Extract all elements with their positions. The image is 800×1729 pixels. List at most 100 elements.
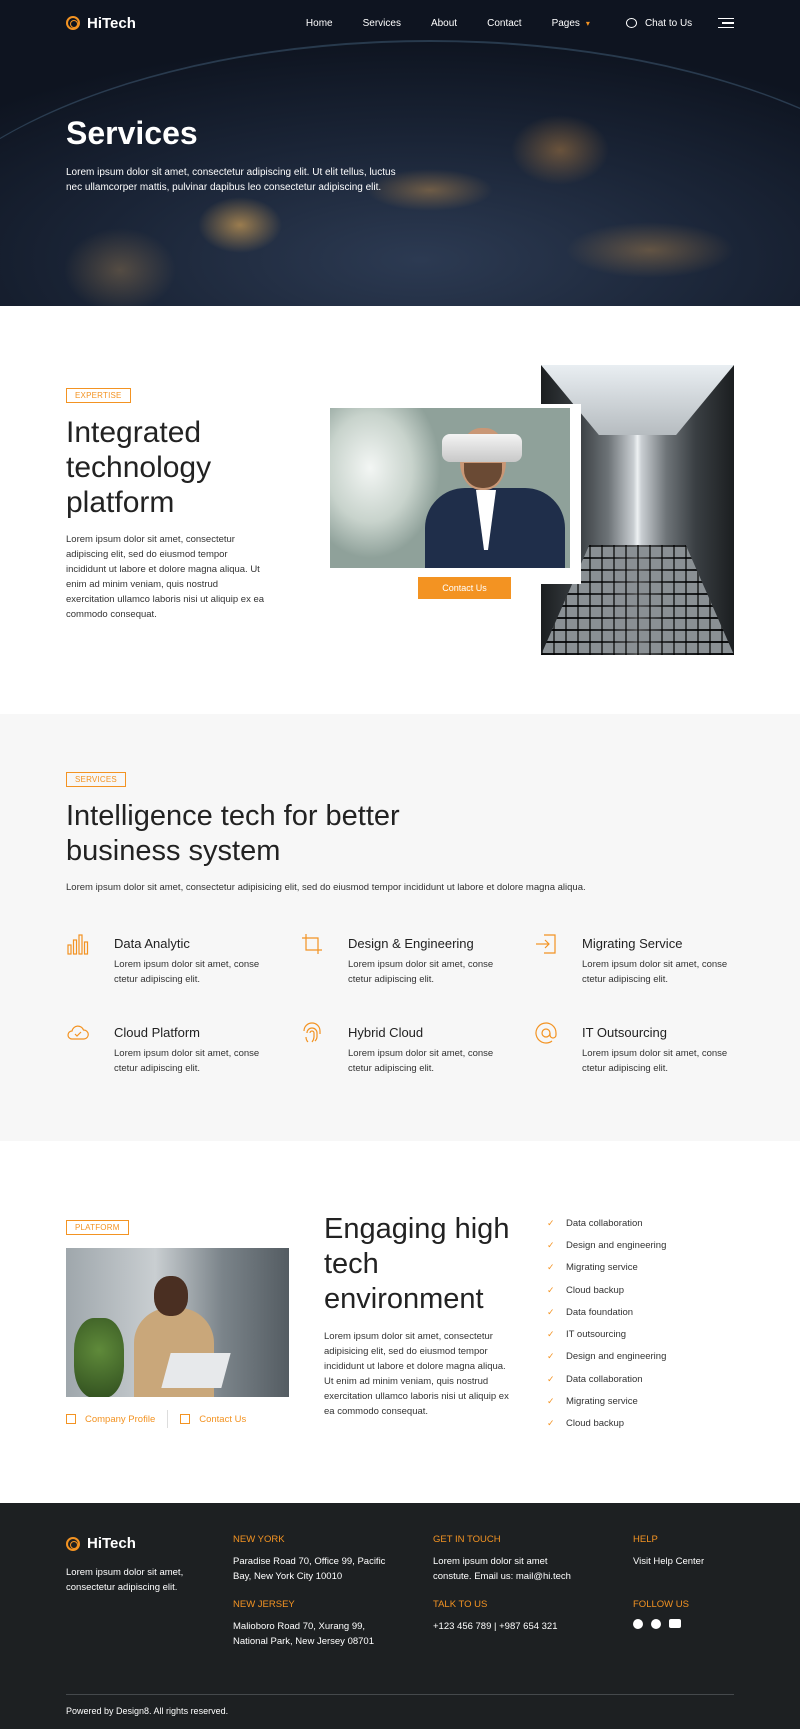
services-description: Lorem ipsum dolor sit amet, consectetur … [66,882,586,893]
hamburger-menu-icon[interactable] [718,17,734,29]
check-icon: ✓ [547,1239,555,1250]
copyright: Powered by Design8. All rights reserved. [66,1706,229,1716]
nav-home[interactable]: Home [306,18,333,29]
footer-text: Paradise Road 70, Office 99, Pacific Bay… [233,1556,386,1582]
footer-new-york: NEW YORK Paradise Road 70, Office 99, Pa… [233,1532,398,1584]
vr-headset-man-image [330,408,570,568]
service-text: Lorem ipsum dolor sit amet, conse ctetur… [114,1048,260,1074]
footer-heading: FOLLOW US [633,1599,689,1610]
bar-chart-icon [67,934,89,955]
footer-get-in-touch: GET IN TOUCH Lorem ipsum dolor sit amet … [433,1532,588,1584]
chat-to-us-link[interactable]: Chat to Us [625,17,693,29]
service-title: IT Outsourcing [582,1025,668,1040]
hero-description: Lorem ipsum dolor sit amet, consectetur … [66,167,396,193]
check-icon: ✓ [547,1306,555,1317]
service-item[interactable]: Migrating Service Lorem ipsum dolor sit a… [534,932,746,987]
footer-heading: TALK TO US [433,1599,488,1610]
footer-heading: NEW JERSEY [233,1599,295,1610]
youtube-icon[interactable] [669,1619,681,1628]
footer-logo[interactable]: HiTech [66,1535,136,1552]
login-icon [536,934,556,954]
footer-follow-us: FOLLOW US [633,1597,743,1629]
check-icon: ✓ [547,1418,555,1429]
social-links [633,1619,743,1629]
check-icon: ✓ [547,1373,555,1384]
page-title: Services [66,115,198,151]
expertise-description: Lorem ipsum dolor sit amet, consectetur … [66,534,265,620]
services-grid: Data Analytic Lorem ipsum dolor sit amet,… [66,932,746,1076]
service-item[interactable]: Design & Engineering Lorem ipsum dolor si… [300,932,534,987]
check-icon: ✓ [547,1396,555,1407]
service-text: Lorem ipsum dolor sit amet, conse ctetur… [582,959,728,985]
check-icon: ✓ [547,1217,555,1228]
twitter-icon[interactable] [651,1619,661,1629]
logo[interactable]: HiTech [66,15,136,32]
platform-title: Engaging high tech environment [324,1213,510,1315]
fingerprint-logo-icon [66,1536,80,1551]
service-item[interactable]: Hybrid Cloud Lorem ipsum dolor sit amet, … [300,1021,534,1076]
service-text: Lorem ipsum dolor sit amet, conse ctetur… [348,959,494,985]
check-icon: ✓ [547,1262,555,1273]
list-item: ✓ IT outsourcing [547,1329,627,1341]
footer-heading: GET IN TOUCH [433,1534,501,1545]
service-item[interactable]: Data Analytic Lorem ipsum dolor sit amet,… [66,932,300,987]
contact-us-button[interactable]: Contact Us [418,577,511,599]
expertise-title: Integrated technology platform [66,416,212,519]
footer-text[interactable]: Lorem ipsum dolor sit amet constute. Ema… [433,1554,588,1584]
services-section: SERVICES Intelligence tech for better bu… [0,714,800,1141]
platform-contact-link[interactable]: Contact Us [199,1414,246,1425]
main-menu: Home Services About Contact Pages ▾ [306,18,620,29]
service-text: Lorem ipsum dolor sit amet, conse ctetur… [348,1048,494,1074]
platform-section: PLATFORM Company Profile Contact Us Enga… [0,1141,800,1503]
nav-pages[interactable]: Pages ▾ [552,18,590,29]
platform-description: Lorem ipsum dolor sit amet, consectetur … [324,1331,509,1417]
service-title: Hybrid Cloud [348,1025,424,1040]
building-icon [66,1414,76,1424]
footer-text[interactable]: +123 456 789 | +987 654 321 [433,1619,588,1634]
footer-heading: HELP [633,1534,658,1545]
footer-heading: NEW YORK [233,1534,285,1545]
footer-new-jersey: NEW JERSEY Malioboro Road 70, Xurang 99,… [233,1597,398,1649]
footer-talk-to-us: TALK TO US +123 456 789 | +987 654 321 [433,1597,588,1634]
list-item: ✓ Migrating service [547,1396,638,1408]
chat-bubble-icon [625,18,637,28]
check-icon: ✓ [547,1329,555,1340]
list-item: ✓ Data foundation [547,1306,634,1318]
list-item: ✓ Migrating service [547,1262,638,1274]
services-tag: SERVICES [66,772,126,787]
chat-label: Chat to Us [644,17,693,29]
chevron-down-icon: ▾ [585,18,590,28]
man-with-laptop-image [66,1248,289,1397]
service-text: Lorem ipsum dolor sit amet, conse ctetur… [582,1048,728,1074]
list-item: ✓ Design and engineering [547,1239,667,1251]
facebook-icon[interactable] [633,1619,643,1629]
brand-name: HiTech [87,14,136,32]
footer: HiTech Lorem ipsum dolor sit amet, conse… [0,1503,800,1729]
services-title: Intelligence tech for better business sy… [66,800,400,867]
at-sign-icon [535,1022,557,1044]
feature-checklist: ✓ Data collaboration ✓ Design and engineer… [547,1212,666,1435]
nav-contact[interactable]: Contact [487,18,521,29]
service-item[interactable]: IT Outsourcing Lorem ipsum dolor sit amet… [534,1021,746,1076]
help-center-link[interactable]: Visit Help Center [633,1554,743,1569]
crop-icon [302,934,322,954]
expertise-tag: EXPERTISE [66,388,131,403]
footer-brand-name: HiTech [87,1535,136,1552]
service-title: Migrating Service [582,936,683,951]
service-title: Data Analytic [114,936,190,951]
service-text: Lorem ipsum dolor sit amet, conse ctetur… [114,959,260,985]
nav-pages-label: Pages [551,17,580,29]
fingerprint-icon [303,1022,321,1043]
nav-services[interactable]: Services [363,18,401,29]
fingerprint-logo-icon [66,16,80,30]
list-item: ✓ Cloud backup [547,1418,625,1430]
service-item[interactable]: Cloud Platform Lorem ipsum dolor sit amet… [66,1021,300,1076]
company-profile-link[interactable]: Company Profile [85,1414,155,1425]
check-icon: ✓ [547,1351,555,1362]
list-item: ✓ Data collaboration [547,1217,643,1229]
cloud-check-icon [67,1025,89,1040]
footer-divider [66,1694,734,1695]
nav-about[interactable]: About [431,18,457,29]
list-item: ✓ Data collaboration [547,1373,643,1385]
service-title: Cloud Platform [114,1025,200,1040]
